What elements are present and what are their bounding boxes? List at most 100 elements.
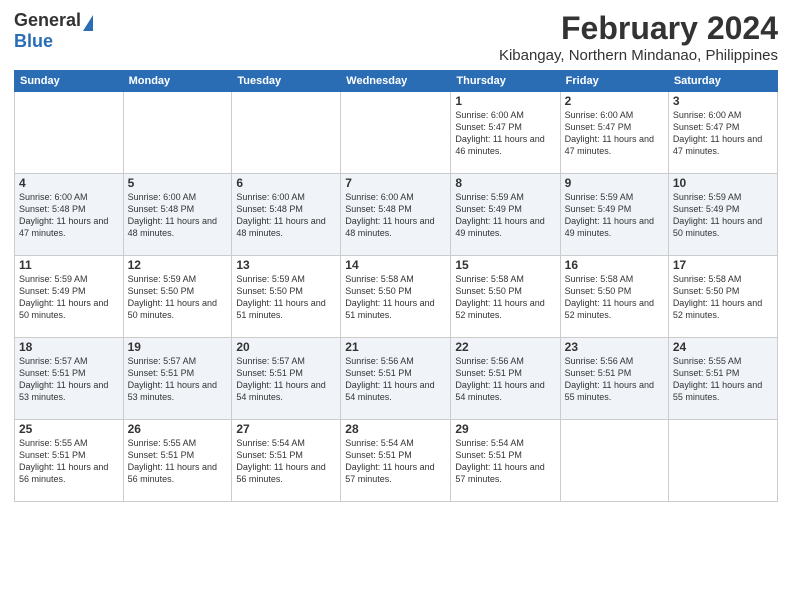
table-row: 10Sunrise: 5:59 AMSunset: 5:49 PMDayligh… xyxy=(668,174,777,256)
table-row: 14Sunrise: 5:58 AMSunset: 5:50 PMDayligh… xyxy=(341,256,451,338)
day-info: Sunrise: 5:59 AMSunset: 5:50 PMDaylight:… xyxy=(128,273,228,322)
day-number: 16 xyxy=(565,258,664,272)
table-row xyxy=(232,92,341,174)
table-row: 12Sunrise: 5:59 AMSunset: 5:50 PMDayligh… xyxy=(123,256,232,338)
table-row: 16Sunrise: 5:58 AMSunset: 5:50 PMDayligh… xyxy=(560,256,668,338)
day-number: 21 xyxy=(345,340,446,354)
col-sunday: Sunday xyxy=(15,71,124,92)
day-number: 22 xyxy=(455,340,555,354)
day-info: Sunrise: 5:57 AMSunset: 5:51 PMDaylight:… xyxy=(19,355,119,404)
table-row: 3Sunrise: 6:00 AMSunset: 5:47 PMDaylight… xyxy=(668,92,777,174)
table-row: 1Sunrise: 6:00 AMSunset: 5:47 PMDaylight… xyxy=(451,92,560,174)
table-row: 18Sunrise: 5:57 AMSunset: 5:51 PMDayligh… xyxy=(15,338,124,420)
col-friday: Friday xyxy=(560,71,668,92)
calendar-table: Sunday Monday Tuesday Wednesday Thursday… xyxy=(14,70,778,502)
table-row: 7Sunrise: 6:00 AMSunset: 5:48 PMDaylight… xyxy=(341,174,451,256)
calendar-week-row: 11Sunrise: 5:59 AMSunset: 5:49 PMDayligh… xyxy=(15,256,778,338)
table-row: 27Sunrise: 5:54 AMSunset: 5:51 PMDayligh… xyxy=(232,420,341,502)
table-row: 5Sunrise: 6:00 AMSunset: 5:48 PMDaylight… xyxy=(123,174,232,256)
day-number: 24 xyxy=(673,340,773,354)
day-number: 11 xyxy=(19,258,119,272)
day-number: 9 xyxy=(565,176,664,190)
day-number: 8 xyxy=(455,176,555,190)
table-row: 6Sunrise: 6:00 AMSunset: 5:48 PMDaylight… xyxy=(232,174,341,256)
logo-icon xyxy=(83,15,93,31)
day-info: Sunrise: 5:58 AMSunset: 5:50 PMDaylight:… xyxy=(565,273,664,322)
day-number: 1 xyxy=(455,94,555,108)
table-row: 4Sunrise: 6:00 AMSunset: 5:48 PMDaylight… xyxy=(15,174,124,256)
table-row: 11Sunrise: 5:59 AMSunset: 5:49 PMDayligh… xyxy=(15,256,124,338)
day-info: Sunrise: 6:00 AMSunset: 5:48 PMDaylight:… xyxy=(19,191,119,240)
day-info: Sunrise: 5:57 AMSunset: 5:51 PMDaylight:… xyxy=(236,355,336,404)
day-number: 14 xyxy=(345,258,446,272)
table-row: 23Sunrise: 5:56 AMSunset: 5:51 PMDayligh… xyxy=(560,338,668,420)
day-number: 4 xyxy=(19,176,119,190)
day-number: 7 xyxy=(345,176,446,190)
day-info: Sunrise: 5:57 AMSunset: 5:51 PMDaylight:… xyxy=(128,355,228,404)
calendar-week-row: 4Sunrise: 6:00 AMSunset: 5:48 PMDaylight… xyxy=(15,174,778,256)
table-row xyxy=(341,92,451,174)
table-row: 15Sunrise: 5:58 AMSunset: 5:50 PMDayligh… xyxy=(451,256,560,338)
day-info: Sunrise: 5:56 AMSunset: 5:51 PMDaylight:… xyxy=(345,355,446,404)
calendar-header-row: Sunday Monday Tuesday Wednesday Thursday… xyxy=(15,71,778,92)
day-number: 5 xyxy=(128,176,228,190)
day-number: 17 xyxy=(673,258,773,272)
day-info: Sunrise: 5:55 AMSunset: 5:51 PMDaylight:… xyxy=(673,355,773,404)
day-number: 29 xyxy=(455,422,555,436)
col-saturday: Saturday xyxy=(668,71,777,92)
col-wednesday: Wednesday xyxy=(341,71,451,92)
table-row: 8Sunrise: 5:59 AMSunset: 5:49 PMDaylight… xyxy=(451,174,560,256)
day-number: 19 xyxy=(128,340,228,354)
day-number: 3 xyxy=(673,94,773,108)
table-row xyxy=(560,420,668,502)
day-info: Sunrise: 5:59 AMSunset: 5:49 PMDaylight:… xyxy=(565,191,664,240)
col-tuesday: Tuesday xyxy=(232,71,341,92)
table-row: 28Sunrise: 5:54 AMSunset: 5:51 PMDayligh… xyxy=(341,420,451,502)
table-row xyxy=(15,92,124,174)
day-number: 15 xyxy=(455,258,555,272)
page-header: General Blue February 2024 Kibangay, Nor… xyxy=(14,10,778,64)
day-info: Sunrise: 6:00 AMSunset: 5:48 PMDaylight:… xyxy=(128,191,228,240)
day-info: Sunrise: 6:00 AMSunset: 5:47 PMDaylight:… xyxy=(565,109,664,158)
table-row: 17Sunrise: 5:58 AMSunset: 5:50 PMDayligh… xyxy=(668,256,777,338)
logo-general-text: General xyxy=(14,10,81,31)
calendar-week-row: 25 Sunrise: 5:55 AMSunset: 5:51 PMDayligh… xyxy=(15,420,778,502)
day-number: 12 xyxy=(128,258,228,272)
day-number: 23 xyxy=(565,340,664,354)
day-info: Sunrise: 5:59 AMSunset: 5:49 PMDaylight:… xyxy=(673,191,773,240)
day-number: 26 xyxy=(128,422,228,436)
table-row: 20Sunrise: 5:57 AMSunset: 5:51 PMDayligh… xyxy=(232,338,341,420)
day-info: Sunrise: 5:56 AMSunset: 5:51 PMDaylight:… xyxy=(455,355,555,404)
logo: General Blue xyxy=(14,10,93,52)
day-info: Sunrise: 5:56 AMSunset: 5:51 PMDaylight:… xyxy=(565,355,664,404)
month-title: February 2024 xyxy=(499,10,778,47)
table-row: 29Sunrise: 5:54 AMSunset: 5:51 PMDayligh… xyxy=(451,420,560,502)
day-info: Sunrise: 6:00 AMSunset: 5:48 PMDaylight:… xyxy=(236,191,336,240)
col-monday: Monday xyxy=(123,71,232,92)
table-row: 2Sunrise: 6:00 AMSunset: 5:47 PMDaylight… xyxy=(560,92,668,174)
day-number: 18 xyxy=(19,340,119,354)
table-row: 25Sunrise: 5:55 AMSunset: 5:51 PMDayligh… xyxy=(15,420,124,502)
day-number: 2 xyxy=(565,94,664,108)
day-info: Sunrise: 5:55 AMSunset: 5:51 PMDaylight:… xyxy=(128,437,228,486)
title-area: February 2024 Kibangay, Northern Mindana… xyxy=(499,10,778,64)
logo-blue-text: Blue xyxy=(14,31,53,52)
table-row: 13Sunrise: 5:59 AMSunset: 5:50 PMDayligh… xyxy=(232,256,341,338)
col-thursday: Thursday xyxy=(451,71,560,92)
day-info: Sunrise: 5:59 AMSunset: 5:49 PMDaylight:… xyxy=(455,191,555,240)
day-number: 25 xyxy=(19,422,119,436)
table-row: 24Sunrise: 5:55 AMSunset: 5:51 PMDayligh… xyxy=(668,338,777,420)
table-row: 21Sunrise: 5:56 AMSunset: 5:51 PMDayligh… xyxy=(341,338,451,420)
location-title: Kibangay, Northern Mindanao, Philippines xyxy=(499,47,778,64)
table-row: 22Sunrise: 5:56 AMSunset: 5:51 PMDayligh… xyxy=(451,338,560,420)
day-info: Sunrise: 6:00 AMSunset: 5:47 PMDaylight:… xyxy=(455,109,555,158)
day-info: Sunrise: 5:58 AMSunset: 5:50 PMDaylight:… xyxy=(345,273,446,322)
day-number: 6 xyxy=(236,176,336,190)
table-row: 26Sunrise: 5:55 AMSunset: 5:51 PMDayligh… xyxy=(123,420,232,502)
day-number: 27 xyxy=(236,422,336,436)
table-row xyxy=(668,420,777,502)
day-info: Sunrise: 5:54 AMSunset: 5:51 PMDaylight:… xyxy=(345,437,446,486)
day-info: Sunrise: 5:59 AMSunset: 5:49 PMDaylight:… xyxy=(19,273,119,322)
table-row: 9Sunrise: 5:59 AMSunset: 5:49 PMDaylight… xyxy=(560,174,668,256)
day-number: 10 xyxy=(673,176,773,190)
